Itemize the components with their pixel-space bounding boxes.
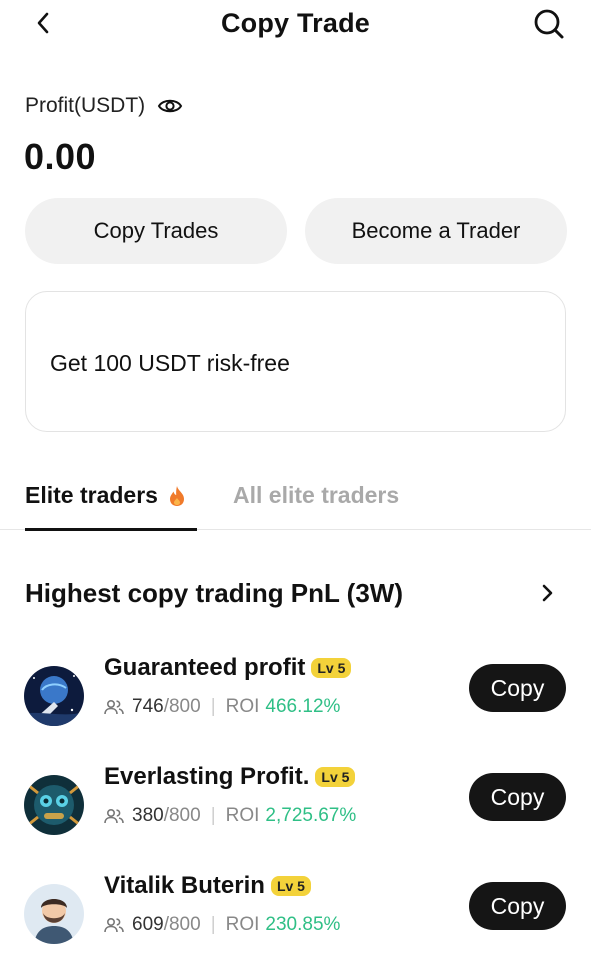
roi-value: 230.85% xyxy=(265,914,341,935)
trader-row: Vitalik Buterin Lv 5 609/800 | ROI 230.8… xyxy=(0,872,591,967)
roi-label: ROI xyxy=(225,696,260,717)
chevron-right-icon[interactable] xyxy=(537,580,559,606)
tab-elite-traders[interactable]: Elite traders xyxy=(25,482,186,509)
trader-name[interactable]: Guaranteed profit xyxy=(104,654,305,682)
avatar[interactable] xyxy=(24,666,84,726)
trader-row: Guaranteed profit Lv 5 746/800 | ROI 466… xyxy=(0,654,591,756)
copy-button[interactable]: Copy xyxy=(469,882,566,930)
profit-header: Profit(USDT) xyxy=(25,94,183,118)
profit-value: 0.00 xyxy=(24,136,97,177)
copiers-count: 609 xyxy=(132,914,164,935)
divider: | xyxy=(210,914,216,935)
people-icon xyxy=(104,916,124,934)
trader-stats: 380/800 | ROI 2,725.67% xyxy=(104,805,356,827)
eye-icon[interactable] xyxy=(157,95,183,117)
tab-label: Elite traders xyxy=(25,482,158,508)
promo-card[interactable]: Get 100 USDT risk-free xyxy=(25,291,566,432)
divider: | xyxy=(210,696,216,717)
trader-name-row: Everlasting Profit. Lv 5 xyxy=(104,763,356,791)
active-tab-indicator xyxy=(25,528,197,531)
top-bar: Copy Trade xyxy=(0,0,591,48)
promo-text: Get 100 USDT risk-free xyxy=(50,350,290,376)
avatar[interactable] xyxy=(24,775,84,835)
level-badge: Lv 5 xyxy=(315,767,356,787)
copy-trades-button[interactable]: Copy Trades xyxy=(25,198,287,264)
trader-name[interactable]: Vitalik Buterin xyxy=(104,872,265,900)
trader-stats: 746/800 | ROI 466.12% xyxy=(104,696,340,718)
page-title: Copy Trade xyxy=(220,8,371,38)
trader-name[interactable]: Everlasting Profit. xyxy=(104,763,309,791)
roi-value: 2,725.67% xyxy=(265,805,357,826)
section-title: Highest copy trading PnL (3W) xyxy=(25,578,403,608)
level-badge: Lv 5 xyxy=(311,658,352,678)
roi-label: ROI xyxy=(225,805,260,826)
copiers-max: /800 xyxy=(163,805,201,826)
people-icon xyxy=(104,698,124,716)
copiers-count: 746 xyxy=(132,696,164,717)
people-icon xyxy=(104,807,124,825)
copy-button[interactable]: Copy xyxy=(469,773,566,821)
copiers-max: /800 xyxy=(163,914,201,935)
roi-label: ROI xyxy=(225,914,260,935)
divider: | xyxy=(210,805,216,826)
profit-label: Profit(USDT) xyxy=(25,94,146,117)
copiers-max: /800 xyxy=(163,696,201,717)
trader-name-row: Guaranteed profit Lv 5 xyxy=(104,654,352,682)
tab-all-elite-traders[interactable]: All elite traders xyxy=(233,482,399,509)
trader-stats: 609/800 | ROI 230.85% xyxy=(104,914,340,936)
level-badge: Lv 5 xyxy=(270,876,311,896)
trader-row: Everlasting Profit. Lv 5 380/800 | ROI 2… xyxy=(0,763,591,865)
become-trader-button[interactable]: Become a Trader xyxy=(305,198,567,264)
search-icon[interactable] xyxy=(531,6,567,42)
avatar[interactable] xyxy=(24,884,84,944)
copiers-count: 380 xyxy=(132,805,164,826)
fire-icon xyxy=(168,485,186,507)
trader-name-row: Vitalik Buterin Lv 5 xyxy=(104,872,311,900)
trader-tabs: Elite traders All elite traders xyxy=(0,470,591,531)
copy-button[interactable]: Copy xyxy=(469,664,566,712)
roi-value: 466.12% xyxy=(265,696,341,717)
